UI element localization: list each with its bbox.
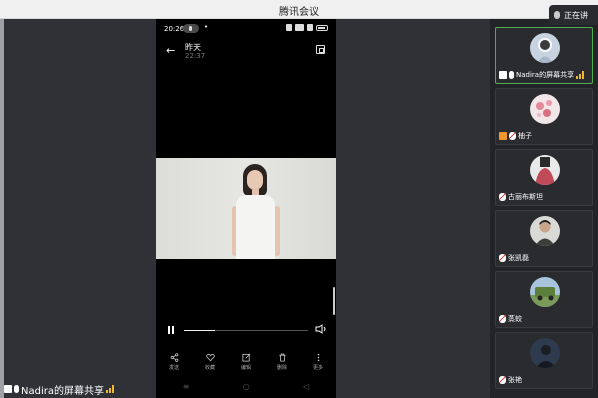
screen-share-icon [499,71,507,79]
nav-back-icon[interactable]: ◁ [303,382,309,391]
participant-footer: 蒸蛟 [499,314,522,324]
trash-icon [278,353,286,362]
participant-panel: Nadira的屏幕共享 柚子 古丽布斯坦 张凯磊 蒸蛟 张艳 [490,19,598,398]
phone-status-bar: 20:26 • [156,19,336,39]
avatar [530,277,560,307]
mic-icon [14,385,19,393]
alarm-icon [286,24,292,31]
participant-tile[interactable]: Nadira的屏幕共享 [495,27,593,84]
avatar-figure-icon [535,220,555,246]
mic-muted-icon [499,315,506,323]
stage-share-name: Nadira的屏幕共享 [21,385,104,397]
participant-name: Nadira的屏幕共享 [516,71,575,79]
mic-pill-icon [183,24,199,33]
playback-progress-fill [184,330,215,331]
avatar-figure-icon [537,40,553,63]
more-icon [317,353,319,362]
action-edit[interactable]: 编辑 [230,353,262,375]
action-favorite[interactable]: 收藏 [194,353,226,375]
participant-tile[interactable]: 柚子 [495,88,593,145]
avatar [530,33,560,63]
participant-tile[interactable]: 古丽布斯坦 [495,149,593,206]
nav-home-icon[interactable]: ○ [243,382,250,391]
speaking-indicator[interactable]: 正在讲 [549,5,598,25]
pause-icon[interactable] [167,326,175,334]
participant-name: 柚子 [518,132,532,140]
avatar-flowers-icon [536,100,552,117]
action-label: 编辑 [240,365,251,371]
edit-icon [241,353,250,362]
action-label: 发送 [168,365,179,371]
participant-footer: 柚子 [499,131,532,141]
action-share[interactable]: 发送 [158,353,190,375]
participant-name: 蒸蛟 [508,315,522,323]
status-time: 20:26 [164,25,185,33]
signal-strength-icon [105,385,114,393]
avatar [530,338,560,368]
avatar [530,94,560,124]
title-bar: 腾讯会议 [0,0,598,19]
action-label: 更多 [312,365,323,371]
user-badge-icon [499,132,507,140]
speaking-text: 正在讲 [564,10,588,20]
scroll-indicator[interactable] [333,287,335,315]
status-dot: • [204,23,209,31]
participant-footer: 张凯磊 [499,253,529,263]
participant-footer: 古丽布斯坦 [499,192,543,202]
mic-muted-icon [499,376,506,384]
status-icons [286,24,328,31]
action-label: 删除 [276,365,287,371]
action-label: 收藏 [204,365,215,371]
media-action-bar: 发送 收藏 编辑 删除 更多 [156,353,336,375]
avatar-car-icon [530,287,560,307]
window-title: 腾讯会议 [279,7,319,18]
media-time: 22:37 [185,52,206,60]
phone-nav-bar: ≡ ○ ◁ [156,379,336,393]
heart-icon [205,353,215,362]
participant-tile[interactable]: 张艳 [495,332,593,389]
video-frame[interactable] [156,158,336,259]
back-arrow-icon[interactable]: ← [166,44,175,57]
participant-footer: 张艳 [499,375,522,385]
hd-icon [295,24,304,31]
participant-name: 张凯磊 [508,254,529,262]
mic-icon [509,71,514,79]
participant-footer: Nadira的屏幕共享 [499,70,585,80]
share-icon [170,353,178,362]
mic-muted-icon [509,132,516,140]
avatar-figure-icon [535,157,555,185]
signal-strength-icon [576,71,585,79]
participant-name: 古丽布斯坦 [508,193,543,201]
scan-icon[interactable] [316,45,325,54]
participant-name: 张艳 [508,376,522,384]
participant-tile[interactable]: 张凯磊 [495,210,593,267]
stage-share-label: Nadira的屏幕共享 [4,382,114,397]
nav-menu-icon[interactable]: ≡ [183,382,190,391]
screen-share-icon [4,385,12,393]
volume-icon[interactable] [315,324,327,334]
person-face [247,170,263,190]
avatar [530,155,560,185]
action-delete[interactable]: 删除 [266,353,298,375]
avatar-figure-icon [536,345,556,368]
avatar [530,216,560,246]
person-body [236,195,275,259]
battery-icon [316,24,328,31]
participant-tile[interactable]: 蒸蛟 [495,271,593,328]
mic-muted-icon [499,254,506,262]
signal-icon [307,24,313,31]
action-more[interactable]: 更多 [302,353,334,375]
mic-muted-icon [499,193,506,201]
shared-phone-screen: 20:26 • ← 昨天 22:37 发送 收藏 编辑 删除 更多 ≡ ○ ◁ [156,19,336,398]
mic-icon [554,11,560,19]
playback-progress-bar[interactable] [184,330,308,331]
